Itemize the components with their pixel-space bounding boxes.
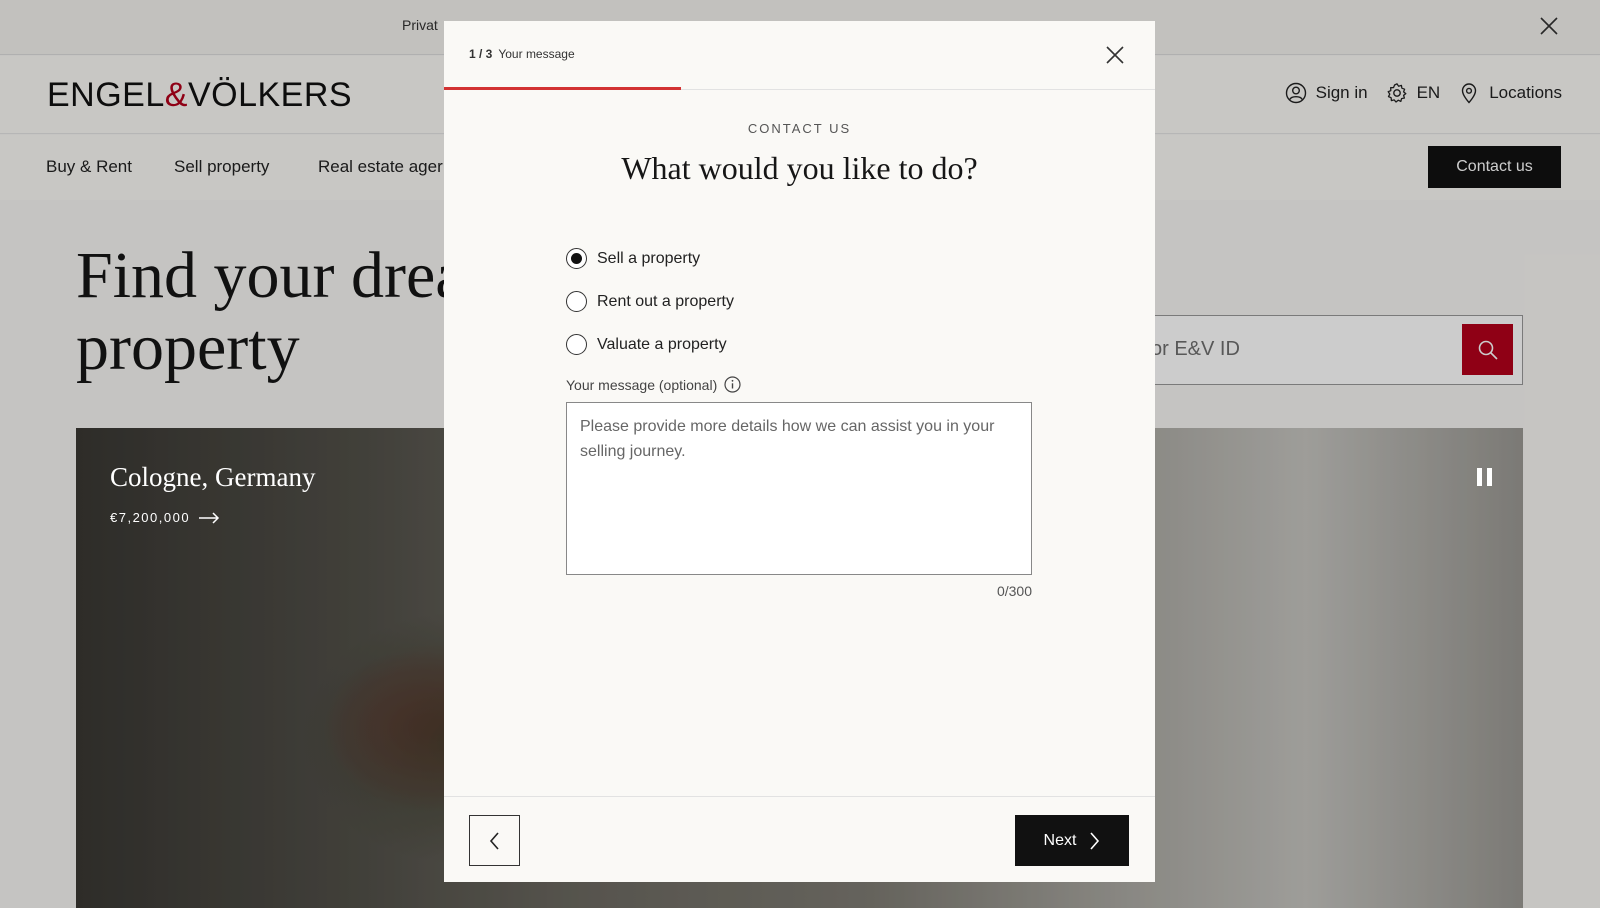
next-button[interactable]: Next [1015, 815, 1129, 866]
message-label: Your message (optional) [566, 376, 741, 393]
option-rent-out-property[interactable]: Rent out a property [566, 280, 734, 323]
pause-icon[interactable] [1477, 468, 1493, 486]
hero-price: €7,200,000 [110, 510, 191, 525]
radio-valuate-property[interactable] [566, 334, 587, 355]
message-textarea[interactable] [566, 402, 1032, 575]
radio-sell-property[interactable] [566, 248, 587, 269]
arrow-right-icon [199, 511, 220, 524]
hero-price-link[interactable]: €7,200,000 [110, 510, 220, 525]
step-progress-bar [444, 87, 681, 90]
next-button-label: Next [1043, 831, 1077, 849]
contact-modal: 1 / 3 Your message CONTACT US What would … [444, 21, 1155, 882]
step-title: Your message [498, 47, 575, 61]
action-options: Sell a property Rent out a property Valu… [566, 237, 734, 366]
option-label: Rent out a property [597, 292, 734, 310]
info-icon[interactable] [724, 376, 741, 393]
modal-header: 1 / 3 Your message [444, 21, 1155, 90]
hero-location: Cologne, Germany [110, 462, 316, 492]
close-icon[interactable] [1103, 43, 1127, 67]
chevron-right-icon [1090, 831, 1100, 850]
message-label-text: Your message (optional) [566, 376, 718, 393]
back-button[interactable] [469, 815, 520, 866]
option-label: Sell a property [597, 249, 701, 267]
modal-eyebrow: CONTACT US [747, 121, 852, 136]
option-valuate-property[interactable]: Valuate a property [566, 323, 734, 366]
modal-question: What would you like to do? [621, 150, 978, 186]
radio-rent-out-property[interactable] [566, 291, 587, 312]
option-label: Valuate a property [597, 335, 727, 353]
modal-footer: Next [444, 796, 1155, 882]
option-sell-property[interactable]: Sell a property [566, 237, 734, 280]
character-counter: 0/300 [996, 583, 1032, 599]
step-indicator: 1 / 3 Your message [469, 47, 575, 61]
step-number: 1 / 3 [469, 47, 493, 61]
chevron-left-icon [489, 831, 499, 850]
